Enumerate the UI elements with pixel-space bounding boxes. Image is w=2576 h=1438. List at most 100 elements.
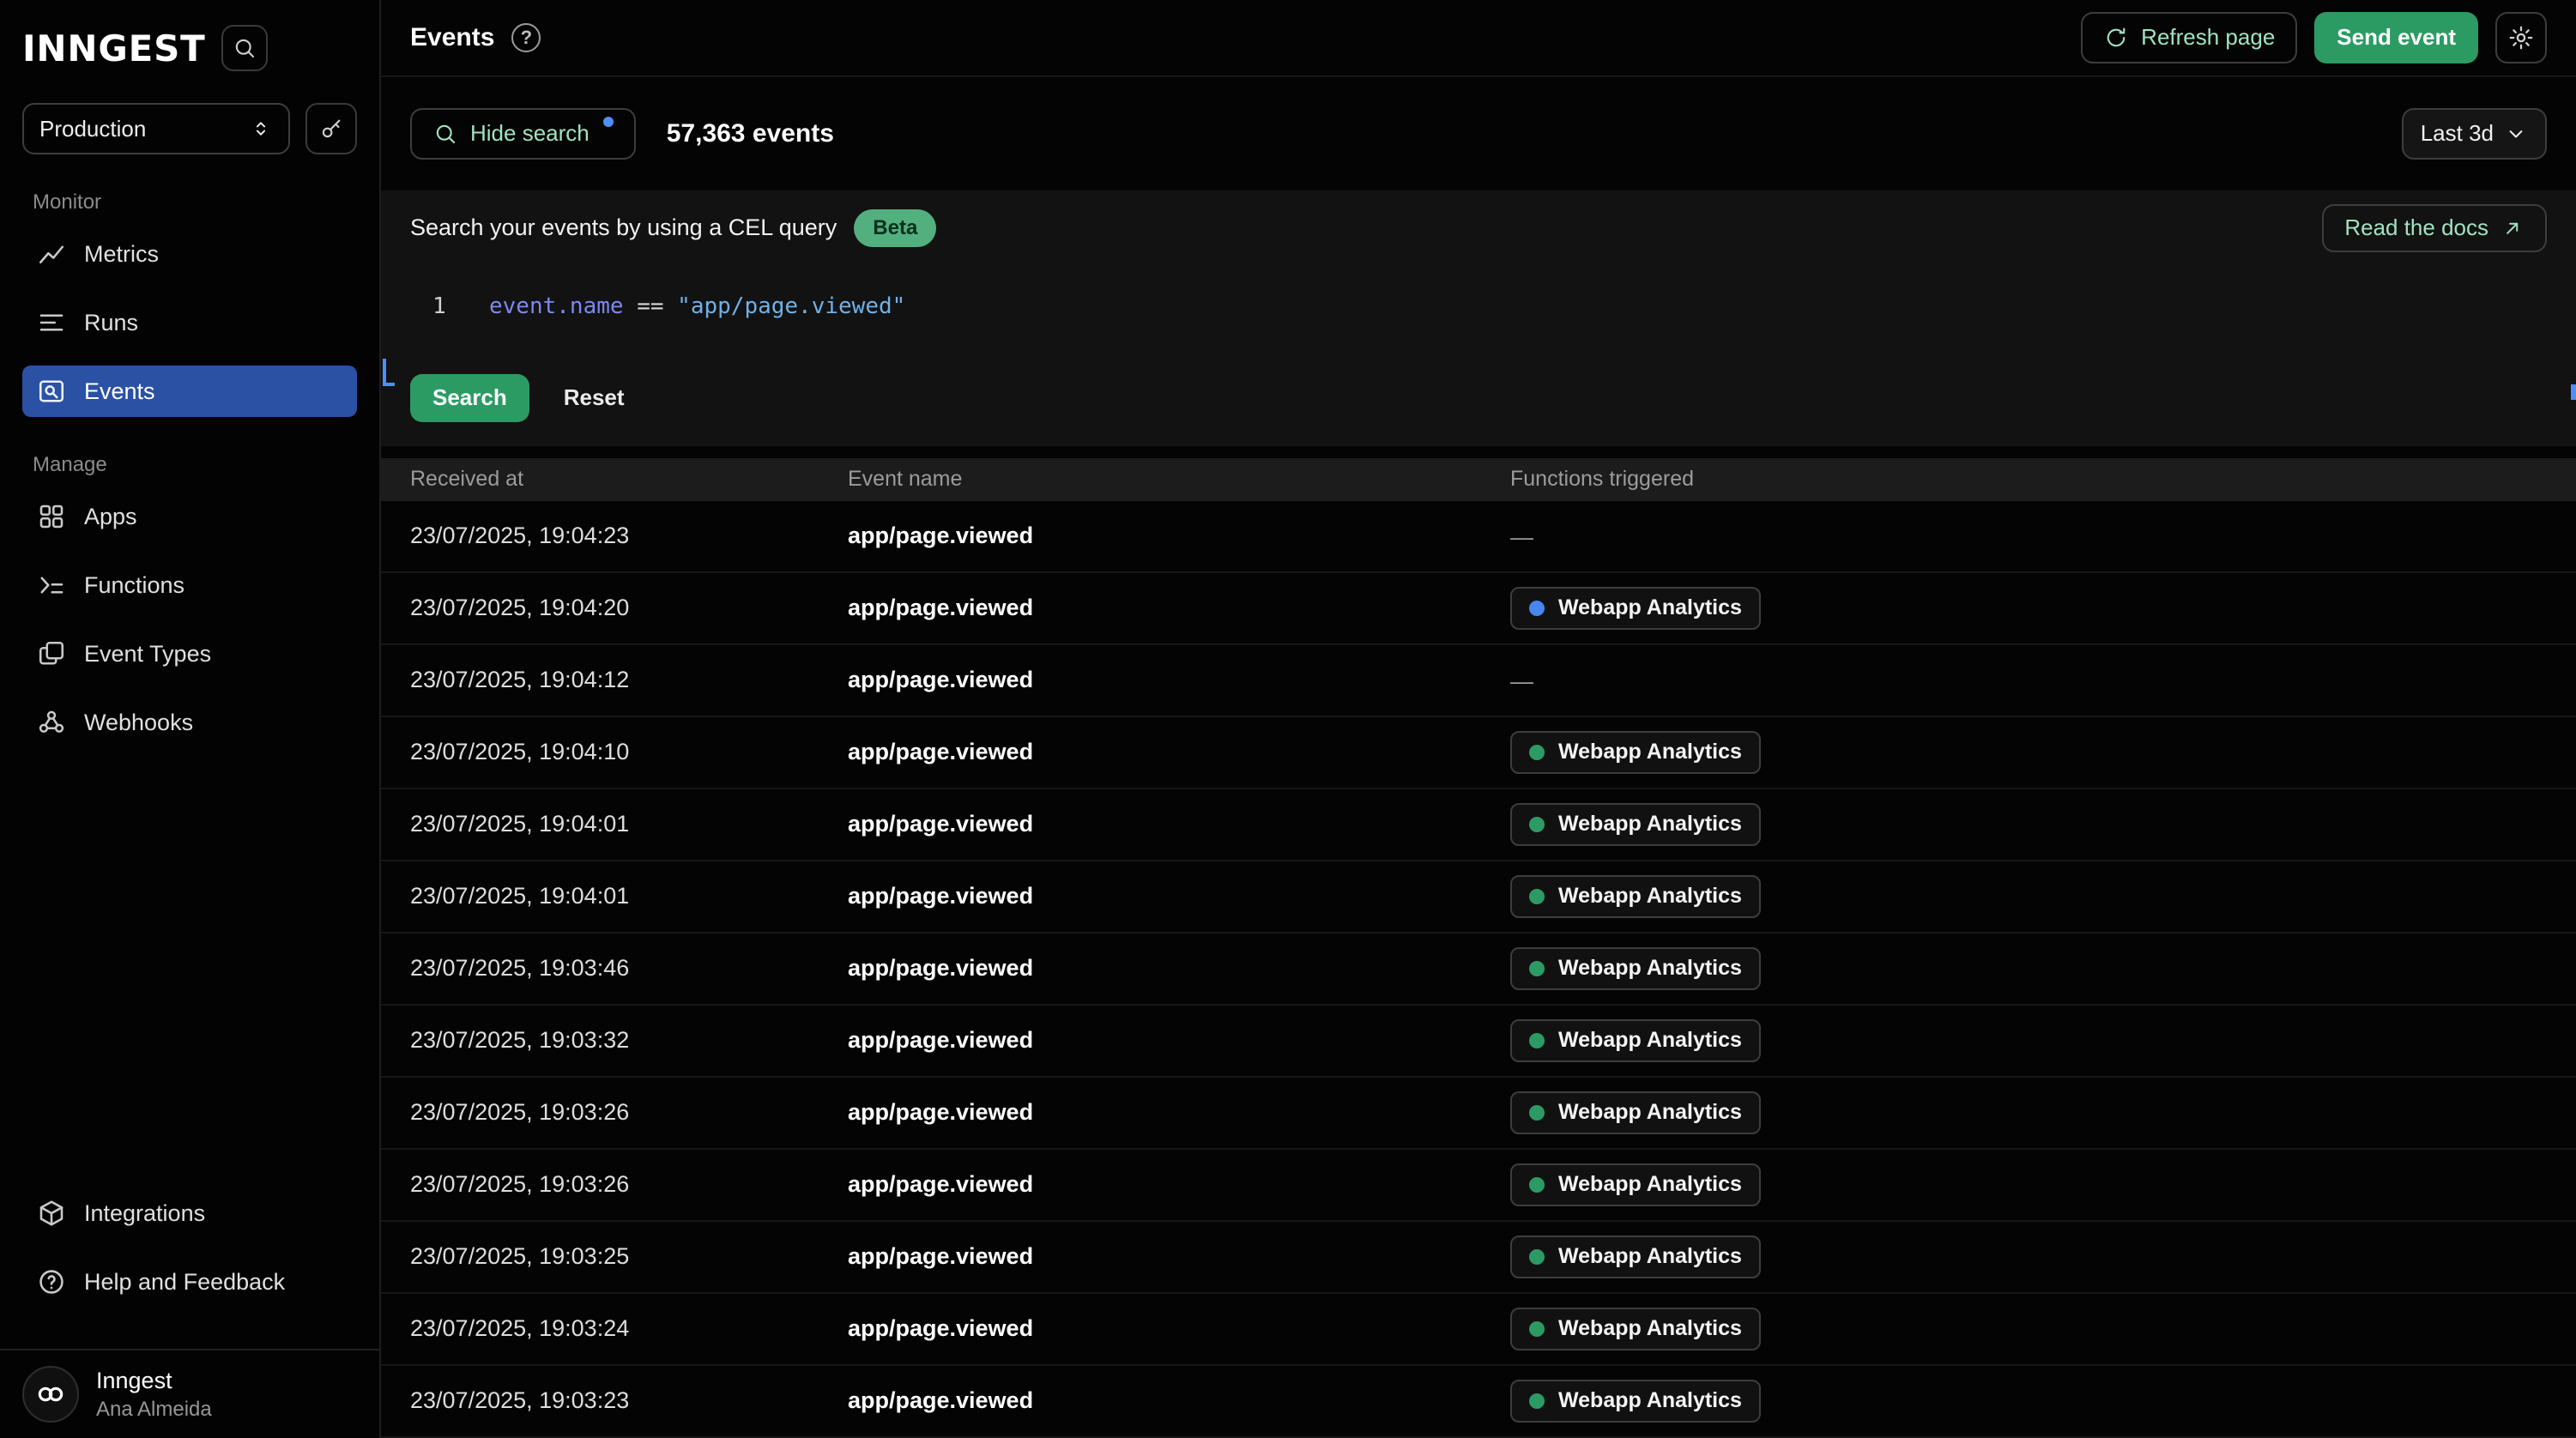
function-status-dot <box>1529 1105 1545 1121</box>
gear-icon <box>2507 24 2535 51</box>
time-range-label: Last 3d <box>2421 120 2494 147</box>
sidebar-item-help-and-feedback[interactable]: Help and Feedback <box>22 1256 357 1308</box>
functions-triggered-cell: Webapp Analytics <box>1510 875 2576 918</box>
sidebar-item-integrations[interactable]: Integrations <box>22 1187 357 1239</box>
received-at-cell: 23/07/2025, 19:04:23 <box>410 523 848 549</box>
beta-badge: Beta <box>854 209 936 247</box>
read-the-docs-button[interactable]: Read the docs <box>2322 204 2547 252</box>
event-row[interactable]: 23/07/2025, 19:03:26 app/page.viewed Web… <box>381 1078 2576 1150</box>
received-at-cell: 23/07/2025, 19:04:12 <box>410 667 848 693</box>
function-pill[interactable]: Webapp Analytics <box>1510 1091 1761 1134</box>
sidebar-item-webhooks[interactable]: Webhooks <box>22 697 357 748</box>
logo-row: INNGEST <box>22 22 357 74</box>
reset-button[interactable]: Reset <box>564 384 625 411</box>
functions-triggered-cell: Webapp Analytics <box>1510 587 2576 630</box>
event-row[interactable]: 23/07/2025, 19:03:25 app/page.viewed Web… <box>381 1222 2576 1294</box>
search-button[interactable]: Search <box>410 374 529 422</box>
no-functions-dash: — <box>1510 668 1533 694</box>
inngest-logo[interactable]: INNGEST <box>22 27 206 69</box>
sidebar: INNGEST Production Monitor Metrics <box>0 0 381 1438</box>
sidebar-item-events[interactable]: Events <box>22 366 357 417</box>
event-row[interactable]: 23/07/2025, 19:03:26 app/page.viewed Web… <box>381 1150 2576 1222</box>
functions-triggered-cell: Webapp Analytics <box>1510 731 2576 774</box>
send-event-button[interactable]: Send event <box>2314 12 2478 63</box>
environment-selector[interactable]: Production <box>22 103 290 154</box>
event-row[interactable]: 23/07/2025, 19:04:23 app/page.viewed — <box>381 501 2576 573</box>
event-name-cell: app/page.viewed <box>848 667 1510 693</box>
page-help-icon[interactable]: ? <box>511 23 541 52</box>
sidebar-footer: Integrations Help and Feedback <box>0 1187 379 1325</box>
sidebar-item-runs[interactable]: Runs <box>22 297 357 348</box>
time-range-selector[interactable]: Last 3d <box>2402 108 2547 160</box>
function-pill[interactable]: Webapp Analytics <box>1510 875 1761 918</box>
runs-icon <box>36 307 67 338</box>
event-row[interactable]: 23/07/2025, 19:03:46 app/page.viewed Web… <box>381 933 2576 1006</box>
metrics-icon <box>36 239 67 269</box>
function-pill[interactable]: Webapp Analytics <box>1510 1019 1761 1062</box>
function-pill[interactable]: Webapp Analytics <box>1510 947 1761 990</box>
nav-item-label: Events <box>84 378 155 405</box>
search-panel-header: Search your events by using a CEL query … <box>410 204 2547 252</box>
nav-item-label: Metrics <box>84 241 159 268</box>
function-pill[interactable]: Webapp Analytics <box>1510 587 1761 630</box>
user-account-card[interactable]: Inngest Ana Almeida <box>0 1349 379 1438</box>
functions-triggered-cell: Webapp Analytics <box>1510 1091 2576 1134</box>
received-at-cell: 23/07/2025, 19:03:25 <box>410 1243 848 1270</box>
sidebar-item-metrics[interactable]: Metrics <box>22 228 357 280</box>
monitor-nav: Metrics Runs Events <box>22 228 357 417</box>
function-pill-label: Webapp Analytics <box>1558 1100 1742 1125</box>
function-pill[interactable]: Webapp Analytics <box>1510 1380 1761 1423</box>
function-pill[interactable]: Webapp Analytics <box>1510 1163 1761 1206</box>
nav-item-label: Webhooks <box>84 710 193 736</box>
received-at-cell: 23/07/2025, 19:03:26 <box>410 1171 848 1198</box>
received-at-cell: 23/07/2025, 19:03:24 <box>410 1315 848 1342</box>
function-pill-label: Webapp Analytics <box>1558 740 1742 764</box>
received-at-cell: 23/07/2025, 19:03:46 <box>410 955 848 982</box>
received-at-cell: 23/07/2025, 19:04:20 <box>410 595 848 621</box>
function-pill[interactable]: Webapp Analytics <box>1510 1308 1761 1350</box>
event-row[interactable]: 23/07/2025, 19:03:32 app/page.viewed Web… <box>381 1006 2576 1078</box>
integrations-icon <box>36 1198 67 1229</box>
nav-item-label: Event Types <box>84 641 211 668</box>
event-name-cell: app/page.viewed <box>848 1027 1510 1054</box>
sidebar-item-event-types[interactable]: Event Types <box>22 628 357 680</box>
column-header-event-name: Event name <box>848 467 1510 492</box>
event-row[interactable]: 23/07/2025, 19:03:23 app/page.viewed Web… <box>381 1366 2576 1438</box>
event-row[interactable]: 23/07/2025, 19:04:01 app/page.viewed Web… <box>381 861 2576 933</box>
received-at-cell: 23/07/2025, 19:03:32 <box>410 1027 848 1054</box>
functions-icon <box>36 570 67 601</box>
user-info: Inngest Ana Almeida <box>96 1368 212 1422</box>
event-types-icon <box>36 638 67 669</box>
function-pill[interactable]: Webapp Analytics <box>1510 803 1761 846</box>
function-pill[interactable]: Webapp Analytics <box>1510 731 1761 774</box>
cel-query-editor[interactable]: 1 event.name == "app/page.viewed" <box>410 290 2547 366</box>
function-status-dot <box>1529 1033 1545 1048</box>
hide-search-button[interactable]: Hide search <box>410 108 636 160</box>
search-icon <box>432 121 458 147</box>
refresh-page-button[interactable]: Refresh page <box>2081 12 2297 63</box>
sidebar-item-apps[interactable]: Apps <box>22 491 357 542</box>
webhooks-icon <box>36 707 67 738</box>
event-row[interactable]: 23/07/2025, 19:04:20 app/page.viewed Web… <box>381 573 2576 645</box>
received-at-cell: 23/07/2025, 19:03:23 <box>410 1387 848 1414</box>
refresh-page-label: Refresh page <box>2141 24 2275 51</box>
function-pill[interactable]: Webapp Analytics <box>1510 1236 1761 1278</box>
event-keys-button[interactable] <box>305 103 357 154</box>
settings-button[interactable] <box>2495 12 2547 63</box>
event-row[interactable]: 23/07/2025, 19:04:01 app/page.viewed Web… <box>381 789 2576 861</box>
event-name-cell: app/page.viewed <box>848 1387 1510 1414</box>
sidebar-item-functions[interactable]: Functions <box>22 559 357 611</box>
help-icon <box>36 1266 67 1297</box>
event-name-cell: app/page.viewed <box>848 1171 1510 1198</box>
event-row[interactable]: 23/07/2025, 19:04:12 app/page.viewed — <box>381 645 2576 717</box>
event-name-cell: app/page.viewed <box>848 523 1510 549</box>
event-row[interactable]: 23/07/2025, 19:04:10 app/page.viewed Web… <box>381 717 2576 789</box>
sidebar-search-button[interactable] <box>221 25 268 71</box>
received-at-cell: 23/07/2025, 19:04:01 <box>410 811 848 837</box>
event-name-cell: app/page.viewed <box>848 1099 1510 1126</box>
inngest-app-window: INNGEST Production Monitor Metrics <box>0 0 2576 1438</box>
event-row[interactable]: 23/07/2025, 19:03:24 app/page.viewed Web… <box>381 1294 2576 1366</box>
cel-search-panel: Search your events by using a CEL query … <box>381 190 2576 446</box>
search-panel-title: Search your events by using a CEL query <box>410 214 837 241</box>
chevron-updown-icon <box>249 117 273 141</box>
